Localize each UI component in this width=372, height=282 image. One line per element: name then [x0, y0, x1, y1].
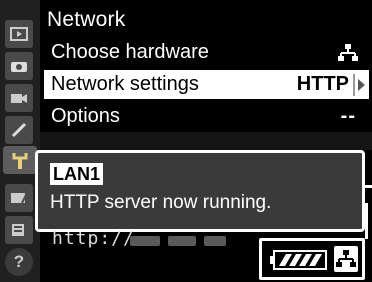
- tab-movie-shooting[interactable]: [5, 84, 33, 112]
- page-title: Network: [47, 8, 126, 31]
- menu-item-network-settings[interactable]: Network settings HTTP: [44, 70, 369, 99]
- wrench-icon: [12, 153, 28, 169]
- tab-custom-settings[interactable]: [5, 116, 33, 144]
- mymenu-icon: [12, 224, 24, 236]
- tab-setup[interactable]: [3, 146, 37, 174]
- battery-full-icon: [270, 250, 327, 270]
- redacted-address: [204, 236, 226, 246]
- connection-tag: LAN1: [50, 163, 104, 185]
- tab-photo-shooting[interactable]: [5, 52, 33, 80]
- menu-item-label: Network settings: [51, 73, 199, 95]
- value-divider: [353, 73, 355, 96]
- playback-icon: [10, 27, 28, 41]
- menu-item-value: --: [340, 105, 356, 127]
- http-value: HTTP: [296, 73, 349, 95]
- network-indicator: [334, 246, 358, 272]
- status-panel: LAN1 HTTP server now running.: [35, 150, 365, 232]
- redacted-address: [168, 236, 196, 246]
- menu-item-value: [337, 38, 359, 67]
- tab-my-menu[interactable]: [5, 216, 33, 244]
- help-button[interactable]: ?: [5, 248, 33, 276]
- menu-item-choose-hardware[interactable]: Choose hardware: [44, 38, 369, 67]
- tab-retouch[interactable]: [5, 184, 33, 212]
- pencil-icon: [11, 122, 27, 138]
- menu-item-label: Choose hardware: [51, 41, 209, 63]
- help-icon: ?: [13, 252, 25, 271]
- redacted-address: [130, 236, 160, 246]
- connection-indicator-box: [259, 238, 365, 280]
- menu-item-label: Options: [51, 105, 120, 127]
- status-panel-body: LAN1 HTTP server now running.: [42, 157, 358, 225]
- status-message: HTTP server now running.: [50, 192, 272, 213]
- retouch-icon: [11, 192, 28, 204]
- camera-menu-screen: ? Network Choose hardware Network settin…: [0, 0, 372, 282]
- menu-item-options[interactable]: Options --: [44, 102, 369, 131]
- chevron-right-icon: [358, 78, 365, 91]
- network-icon: [336, 250, 356, 267]
- menu-divider-band: [40, 132, 372, 150]
- menu-item-value: HTTP: [297, 70, 365, 99]
- movie-icon: [11, 94, 27, 103]
- menu-tab-strip: ?: [0, 0, 40, 282]
- server-url: http://: [52, 228, 135, 249]
- callout-leader-line: [365, 203, 368, 239]
- callout-leader-line: [362, 185, 372, 188]
- camera-icon: [11, 62, 27, 72]
- network-icon: [338, 43, 358, 61]
- network-menu: Choose hardware Network settings HTTP Op…: [44, 38, 369, 134]
- tab-playback[interactable]: [5, 20, 33, 48]
